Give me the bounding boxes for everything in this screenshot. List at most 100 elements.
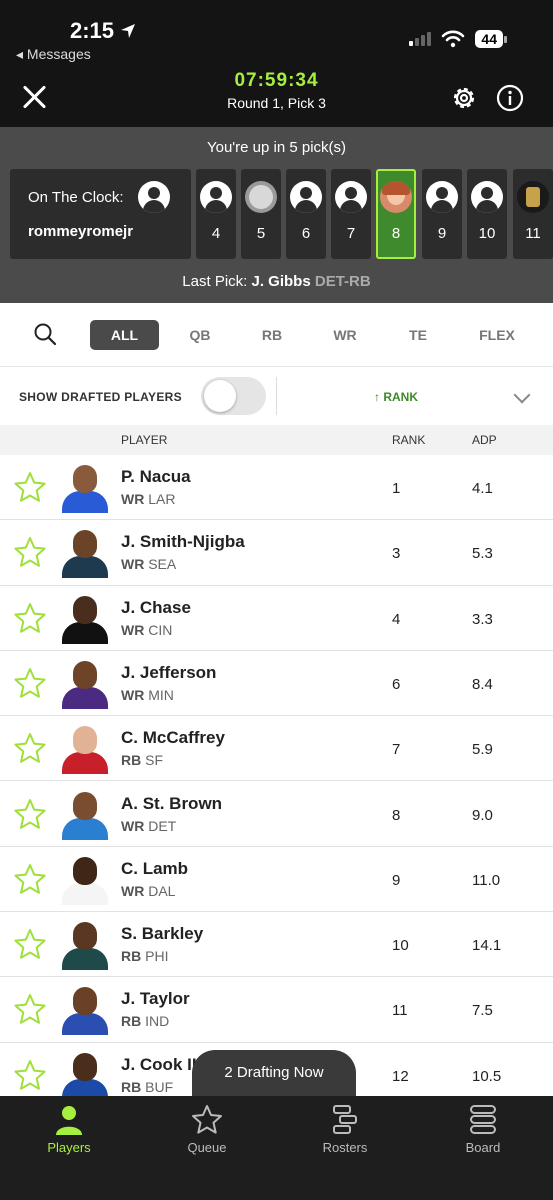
pick-slot[interactable]: 7 [331,169,371,259]
show-drafted-label: SHOW DRAFTED PLAYERS [19,390,182,404]
player-position: RB [121,752,142,769]
position-filters: ALL QB RB WR TE FLEX [0,303,553,367]
table-row[interactable]: C. McCaffrey RB SF 7 5.9 [0,716,553,782]
back-to-messages[interactable]: ◂ Messages [16,46,91,63]
player-position-team: WR DAL [121,883,175,899]
table-row[interactable]: P. Nacua WR LAR 1 4.1 [0,455,553,521]
tab-rb[interactable]: RB [244,320,300,350]
col-adp[interactable]: ADP [472,433,497,447]
player-adp: 5.3 [472,545,493,563]
nav-label: Board [465,1140,501,1155]
on-the-clock-user: rommeyromejr [28,223,134,240]
player-list: P. Nacua WR LAR 1 4.1 J. Smith-Njigba WR SEA 3… [0,455,553,1096]
show-drafted-toggle[interactable] [201,377,266,415]
player-name: J. Smith-Njigba [121,532,245,552]
last-pick-position: DET-RB [314,273,371,290]
toggle-knob [204,380,236,412]
star-icon[interactable] [13,863,47,895]
player-position: WR [121,621,145,638]
pick-carousel: You're up in 5 pick(s) On The Clock: rom… [0,127,553,303]
pick-slot[interactable]: 11 [513,169,553,259]
player-rank: 1 [392,480,401,497]
last-pick-player: J. Gibbs [251,273,311,290]
on-the-clock-card[interactable]: On The Clock: rommeyromejr [10,169,191,259]
pick-slot-number: 8 [391,225,401,242]
player-team: IND [145,1013,170,1030]
pick-slot-number: 9 [437,225,447,242]
on-the-clock-label: On The Clock: [28,189,124,206]
player-position: WR [121,686,145,703]
col-rank[interactable]: RANK [392,433,425,447]
player-photo [60,985,110,1036]
nav-rosters[interactable]: Rosters [276,1096,414,1166]
player-name: J. Chase [121,597,191,617]
table-row[interactable]: J. Jefferson WR MIN 6 8.4 [0,650,553,717]
player-name: C. McCaffrey [121,728,225,748]
up-in-picks: You're up in 5 pick(s) [206,139,347,156]
pick-slot[interactable]: 10 [467,169,507,259]
player-name: J. Taylor [121,989,190,1009]
search-icon[interactable] [34,323,56,345]
gear-icon[interactable] [450,84,478,112]
player-position-team: RB SF [121,752,163,768]
tab-all[interactable]: ALL [90,320,159,350]
player-rank: 7 [392,741,401,759]
pick-slot[interactable]: 6 [286,169,326,259]
player-adp: 10.5 [472,1067,502,1085]
status-icons: 44 [409,30,507,48]
sort-by-rank[interactable]: ↑ RANK [374,390,418,404]
player-photo [60,724,110,775]
table-row[interactable]: A. St. Brown WR DET 8 9.0 [0,781,553,847]
player-position: WR [121,817,145,834]
pick-slot-number: 10 [478,225,496,242]
tab-te[interactable]: TE [390,320,446,350]
player-adp: 7.5 [472,1002,493,1020]
avatar [200,181,232,213]
star-icon[interactable] [13,471,47,503]
player-name: S. Barkley [121,924,204,944]
avatar [335,181,367,213]
tab-qb[interactable]: QB [172,320,228,350]
table-row[interactable]: J. Taylor RB IND 11 7.5 [0,977,553,1043]
tab-wr[interactable]: WR [317,320,373,350]
tab-flex[interactable]: FLEX [467,320,527,350]
status-time-text: 2:15 [70,18,115,43]
pick-slot[interactable]: 8 [376,169,416,259]
drafting-now-pill[interactable]: 2 Drafting Now [192,1050,356,1096]
player-position: WR [121,556,145,573]
table-row[interactable]: C. Lamb WR DAL 9 11.0 [0,846,553,913]
star-icon [192,1105,222,1134]
star-icon[interactable] [13,602,47,634]
star-icon[interactable] [13,1059,47,1091]
player-position-team: WR CIN [121,622,172,638]
chevron-down-icon[interactable] [513,386,531,404]
nav-label: Rosters [322,1140,368,1155]
star-icon[interactable] [13,536,47,568]
player-photo [60,594,110,644]
star-icon[interactable] [13,667,47,699]
player-position: RB [121,1013,142,1030]
nav-queue[interactable]: Queue [138,1096,276,1166]
table-row[interactable]: J. Smith-Njigba WR SEA 3 5.3 [0,520,553,586]
pick-slot[interactable]: 9 [422,169,462,259]
star-icon[interactable] [13,993,47,1025]
star-icon[interactable] [13,798,47,830]
pick-slot-number: 6 [301,225,311,242]
info-icon[interactable] [496,84,524,112]
star-icon[interactable] [13,928,47,960]
nav-board[interactable]: Board [414,1096,552,1166]
pick-slot[interactable]: 4 [196,169,236,259]
nav-players[interactable]: Players [0,1096,138,1166]
player-name: A. St. Brown [121,793,223,813]
col-player[interactable]: PLAYER [121,433,167,447]
star-icon[interactable] [13,732,47,764]
table-row[interactable]: S. Barkley RB PHI 10 14.1 [0,912,553,978]
player-team: LAR [148,491,176,507]
pick-slot[interactable]: 5 [241,169,281,259]
player-position: WR [121,882,145,899]
table-row[interactable]: J. Chase WR CIN 4 3.3 [0,585,553,651]
player-rank: 6 [392,675,401,693]
player-team: DAL [148,882,176,899]
player-name: C. Lamb [121,858,189,878]
last-pick: Last Pick: J. Gibbs DET-RB [0,273,553,290]
